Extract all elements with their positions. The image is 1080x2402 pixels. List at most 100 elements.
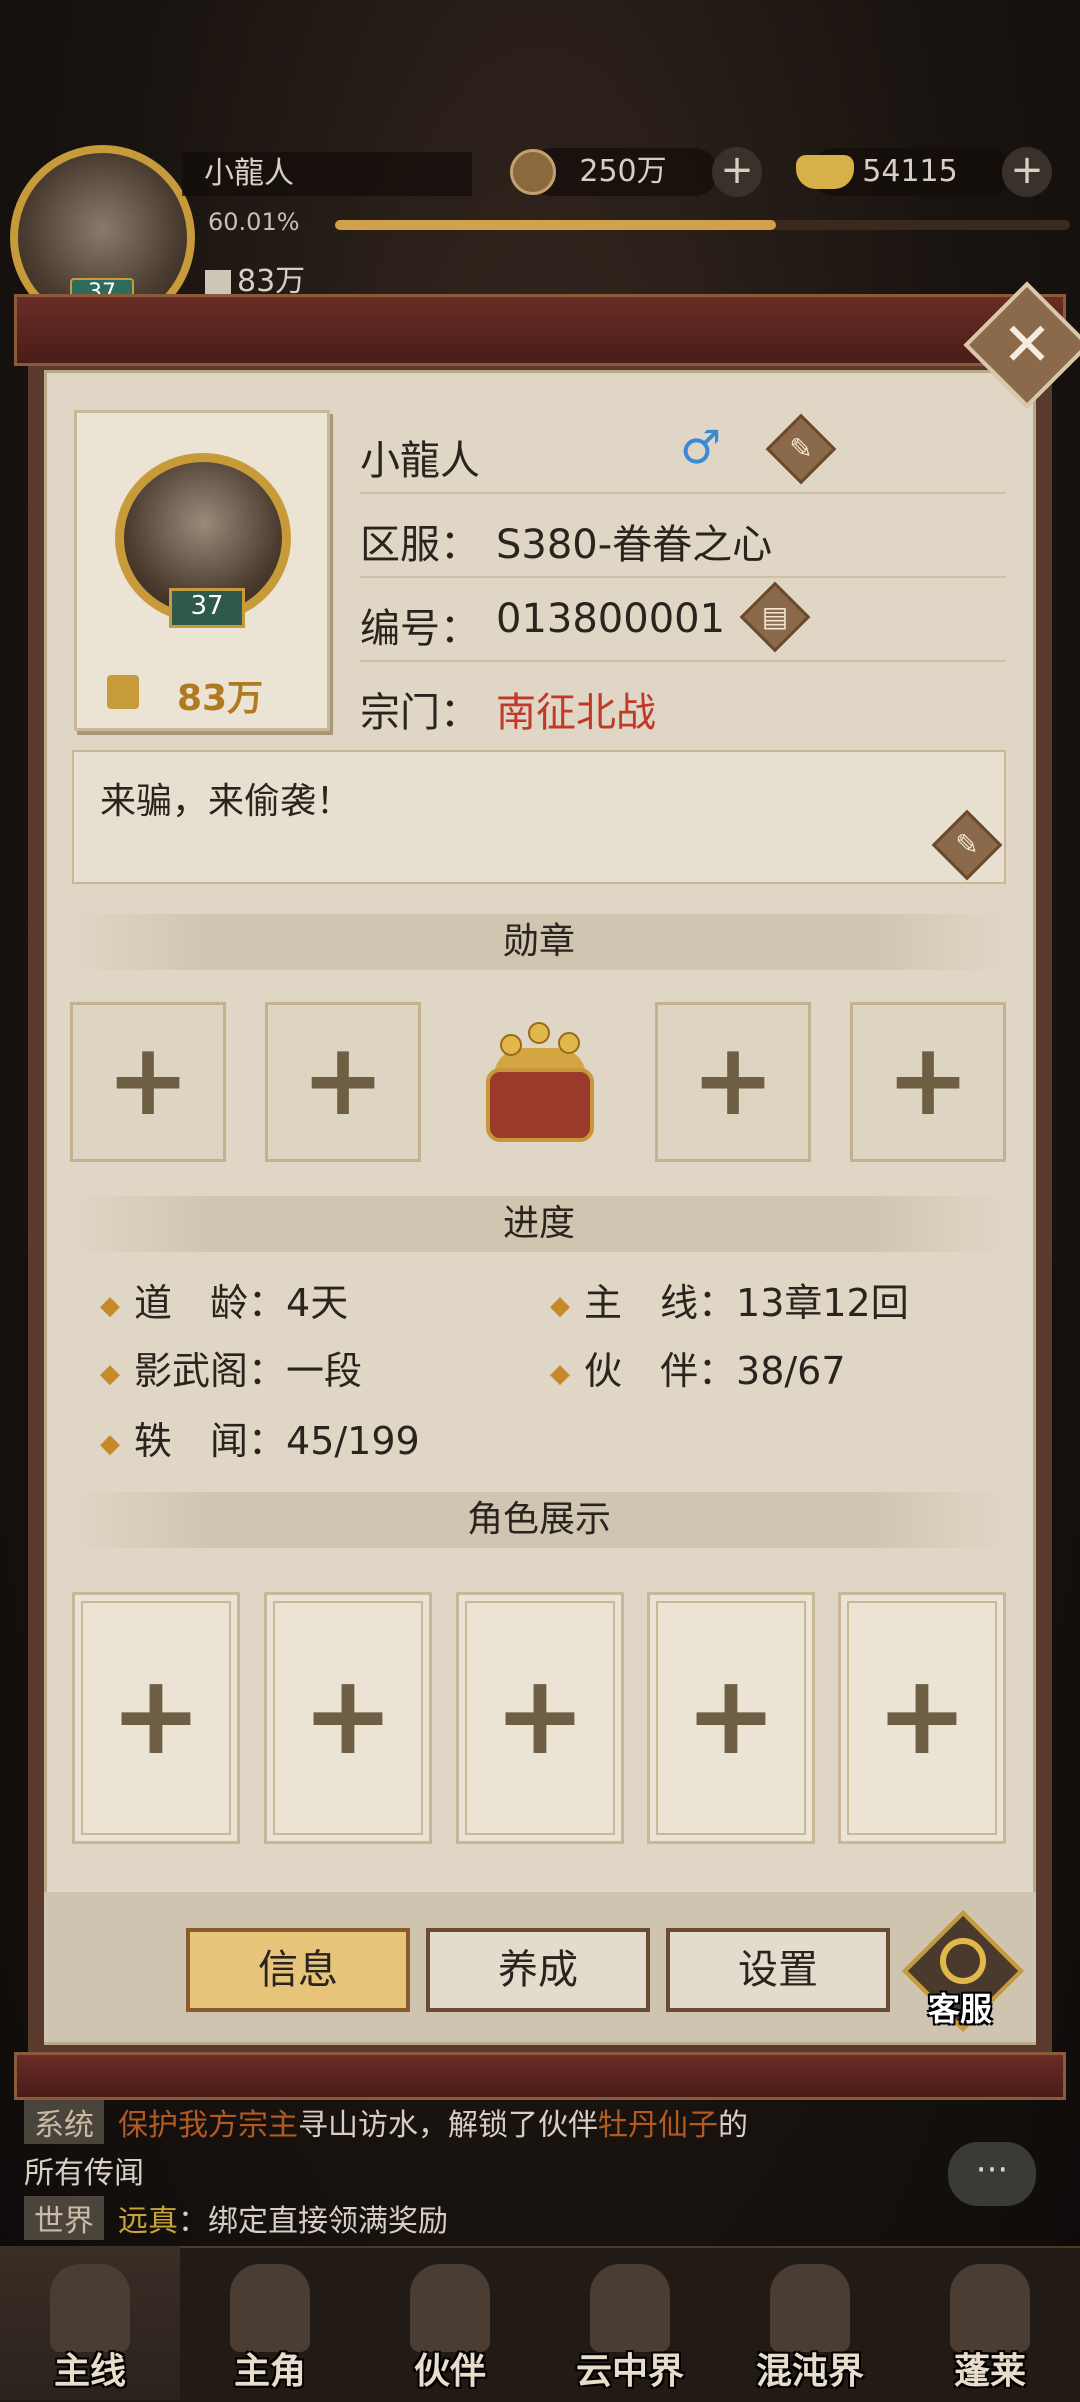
showcase-slot-5[interactable]: + [838,1592,1006,1844]
chat-channel-tag: 世界 [24,2196,104,2240]
profile-name: 小龍人 [360,438,480,484]
coin-icon [558,1032,580,1054]
nav-penglai[interactable]: 蓬莱 [900,2246,1080,2400]
profile-level-badge: 37 [169,588,245,628]
chat-text: 寻山访水，解锁了伙伴 [298,2108,598,2143]
add-icon: + [301,1021,385,1138]
power-icon [107,675,139,709]
tab-settings[interactable]: 设置 [666,1928,890,2012]
nav-partner[interactable]: 伙伴 [360,2246,540,2400]
chat-partner-link[interactable]: 牡丹仙子 [598,2108,718,2143]
id-value: 013800001 [496,596,726,642]
chat-line-continued: 所有传闻 [24,2156,144,2191]
bullet-icon: ◆ [550,1290,570,1321]
brush-icon[interactable]: ✎ [776,424,826,474]
showcase-slot-2[interactable]: + [264,1592,432,1844]
progress-title: 进度 [72,1196,1006,1252]
nav-label: 云中界 [575,2351,684,2392]
guild-row: 宗门： 南征北战 [360,660,1006,744]
brush-icon[interactable]: ✎ [942,820,992,870]
anecdotes-label: 轶 闻： [134,1419,287,1463]
progress-mainline: ◆ 主 线：13章12回 [550,1272,909,1327]
add-icon: + [691,1021,775,1138]
treasure-chest-icon[interactable] [478,1022,602,1148]
mainline-label: 主 线： [584,1281,737,1325]
partners-label: 伙 伴： [584,1349,737,1393]
showcase-slot-4[interactable]: + [647,1592,815,1844]
hero-icon [230,2264,310,2352]
copper-display: 250万 [528,148,718,196]
chat-player-link[interactable]: 保护我方宗主 [118,2108,298,2143]
dao-age-value: 4天 [286,1281,349,1325]
medals-title: 勋章 [72,914,1006,970]
top-hud: 37 小龍人 60.01% 83万 250万 + 54115 + [0,140,1080,330]
profile-card: 37 83万 [74,410,330,731]
tab-info[interactable]: 信息 [186,1928,410,2012]
motto-text: 来骗，来偷袭！ [100,781,353,822]
copper-value: 250万 [579,154,667,189]
id-label: 编号： [360,606,480,652]
progress-shadow-pavilion: ◆ 影武阁：一段 [100,1340,362,1395]
chat-line-system: 系统 保护我方宗主寻山访水，解锁了伙伴牡丹仙子的 [24,2100,748,2144]
chat-text: 的 [718,2108,748,2143]
partner-icon [410,2264,490,2352]
player-name: 小龍人 [182,152,472,196]
server-row: 区服： S380-眷眷之心 [360,492,1006,578]
nav-main-quest[interactable]: 主线 [0,2246,180,2400]
add-gold-button[interactable]: + [1002,147,1052,197]
dao-age-label: 道 龄： [134,1281,287,1325]
nav-label: 蓬莱 [953,2351,1026,2392]
copy-icon[interactable]: ▤ [750,592,800,642]
male-gender-icon: ♂ [680,420,722,474]
pagoda-icon [590,2264,670,2352]
guild-label: 宗门： [360,690,480,736]
shadow-pavilion-value: 一段 [286,1349,363,1393]
chat-bubble-icon[interactable]: ··· [948,2142,1036,2206]
chat-player-link[interactable]: 远真 [118,2204,178,2239]
chaos-icon [770,2264,850,2352]
nav-label: 主线 [53,2351,126,2392]
id-row: 编号： 013800001 [360,576,1006,662]
exp-percent: 60.01% [208,208,300,236]
server-label: 区服： [360,522,480,568]
chat-line-world: 世界 远真：绑定直接领满奖励 [24,2196,448,2240]
nav-label: 伙伴 [413,2351,486,2392]
add-copper-button[interactable]: + [712,147,762,197]
add-icon: + [493,1651,587,1779]
motto-box: 来骗，来偷袭！ [72,750,1006,884]
progress-anecdotes: ◆ 轶 闻：45/199 [100,1410,420,1465]
customer-service-label[interactable]: 客服 [910,1984,1010,2030]
headset-icon[interactable] [940,1938,986,1984]
bullet-icon: ◆ [100,1290,120,1321]
mainline-value: 13章12回 [736,1281,909,1325]
shadow-pavilion-label: 影武阁： [134,1349,287,1393]
showcase-slot-3[interactable]: + [456,1592,624,1844]
guild-value[interactable]: 南征北战 [496,680,656,738]
medal-slot-3[interactable]: + [655,1002,811,1162]
nav-chaos-realm[interactable]: 混沌界 [720,2246,900,2400]
add-icon: + [106,1021,190,1138]
server-value: S380-眷眷之心 [496,522,773,568]
add-icon: + [875,1651,969,1779]
medal-slot-1[interactable]: + [70,1002,226,1162]
nav-cloud-realm[interactable]: 云中界 [540,2246,720,2400]
progress-dao-age: ◆ 道 龄：4天 [100,1272,348,1327]
close-icon[interactable]: ✕ [982,300,1072,390]
bullet-icon: ◆ [550,1358,570,1389]
showcase-slot-1[interactable]: + [72,1592,240,1844]
add-icon: + [684,1651,778,1779]
gold-value: 54115 [862,154,958,189]
medal-slot-4[interactable]: + [850,1002,1006,1162]
exp-bar [335,220,1070,230]
nav-label: 主角 [233,2351,306,2392]
power-icon [205,269,231,296]
medal-slot-2[interactable]: + [265,1002,421,1162]
tab-nurture[interactable]: 养成 [426,1928,650,2012]
bullet-icon: ◆ [100,1428,120,1459]
coin-icon [500,1034,522,1056]
sage-icon [950,2264,1030,2352]
chest-body [486,1068,594,1142]
exp-bar-fill [335,220,777,230]
nav-hero[interactable]: 主角 [180,2246,360,2400]
chat-channel-tag: 系统 [24,2100,104,2144]
